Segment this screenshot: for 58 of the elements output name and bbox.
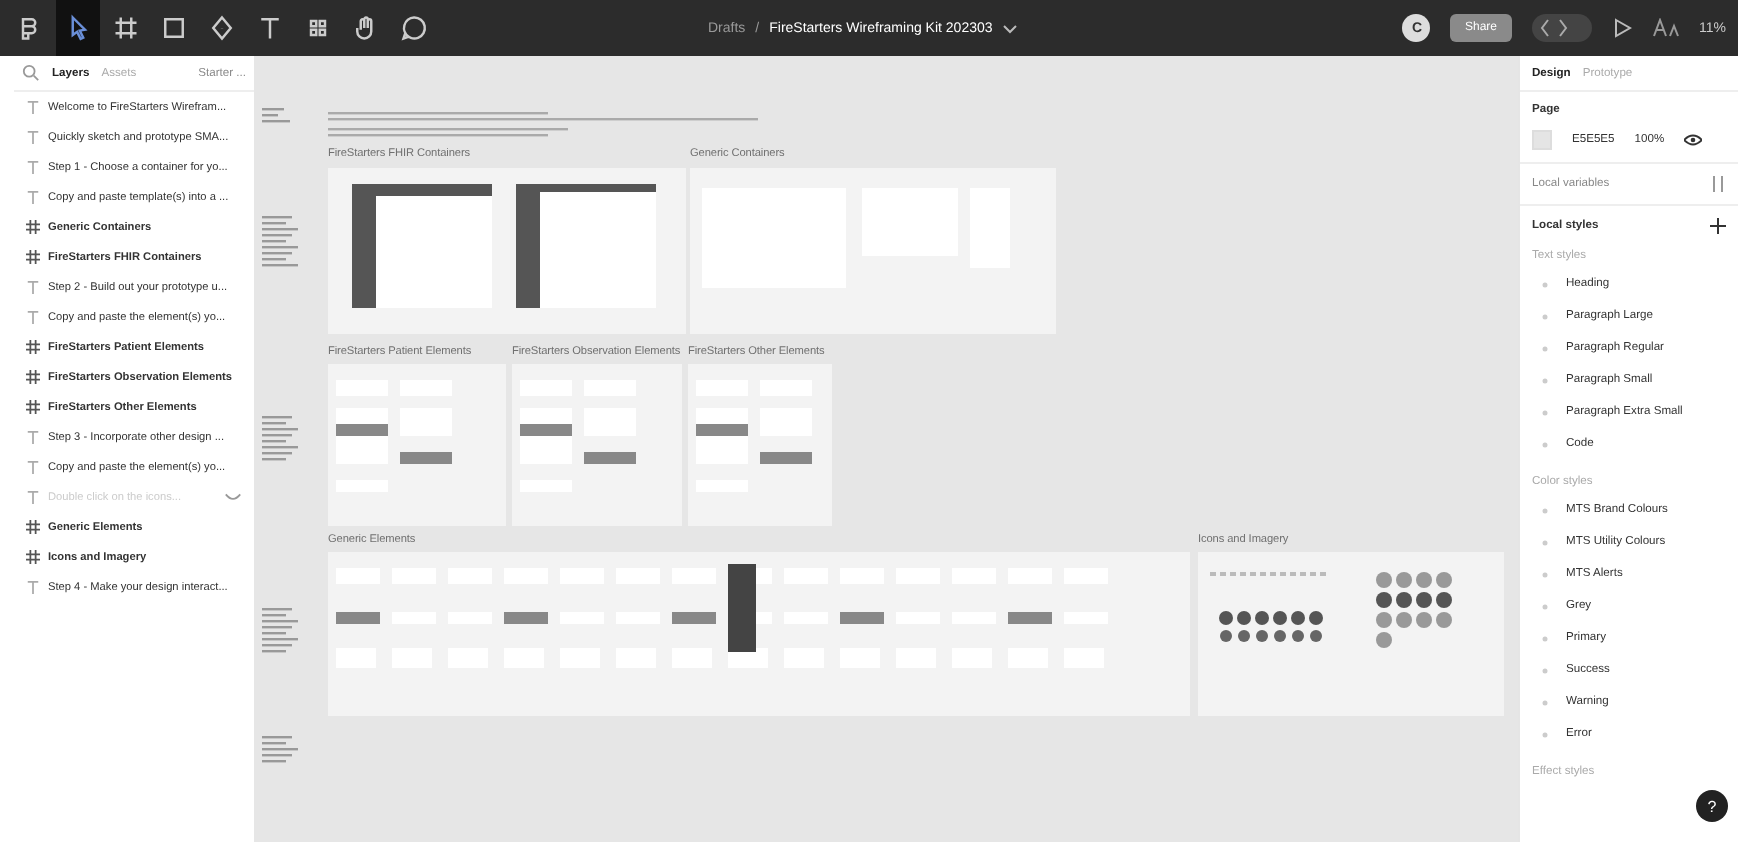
comment-icon (400, 14, 428, 42)
frame[interactable] (512, 364, 682, 526)
frame[interactable] (328, 552, 1190, 716)
play-icon[interactable] (1611, 18, 1631, 38)
frame-layer-icon (26, 340, 40, 354)
help-button[interactable]: ? (1696, 790, 1728, 822)
frame[interactable] (1198, 552, 1504, 716)
chevron-down-icon[interactable] (1002, 20, 1019, 36)
style-icon (1540, 729, 1550, 739)
frame-icon (112, 14, 140, 42)
text-layer-icon (26, 310, 40, 324)
dev-mode-toggle[interactable] (1531, 14, 1591, 42)
resources-icon (304, 14, 332, 42)
style-icon (1540, 697, 1550, 707)
style-icon (1540, 343, 1550, 353)
style-icon (1540, 537, 1550, 547)
frame-layer-icon (26, 400, 40, 414)
wireframe-drawing (336, 380, 452, 492)
text-layer-icon (26, 280, 40, 294)
color-swatch[interactable] (1532, 130, 1552, 150)
text-layer-icon (26, 490, 40, 504)
font-size-icon[interactable] (1651, 18, 1679, 38)
shape-icon (160, 14, 188, 42)
frame-layer-icon (26, 520, 40, 534)
text-layer-icon (26, 130, 40, 144)
style-icon (1540, 311, 1550, 321)
add-icon[interactable] (1710, 218, 1726, 234)
code-icon (1539, 18, 1567, 38)
frame[interactable] (688, 364, 832, 526)
style-icon (1540, 279, 1550, 289)
text-layer-icon (26, 190, 40, 204)
text-layer-icon (26, 100, 40, 114)
frame[interactable] (328, 364, 506, 526)
style-icon (1540, 569, 1550, 579)
frame-layer-icon (26, 550, 40, 564)
style-icon (1540, 505, 1550, 515)
text-layer-icon (26, 460, 40, 474)
pen-icon (208, 14, 236, 42)
move-tool-button[interactable] (56, 0, 100, 56)
style-icon (1540, 601, 1550, 611)
style-icon (1540, 665, 1550, 675)
text-layer-icon (26, 580, 40, 594)
style-icon (1540, 633, 1550, 643)
text-layer-icon (26, 160, 40, 174)
frame[interactable] (328, 168, 686, 334)
style-icon (1540, 439, 1550, 449)
frame-layer-icon (26, 370, 40, 384)
eye-icon[interactable] (1684, 134, 1703, 146)
text-layer-icon (26, 430, 40, 444)
text-icon (256, 14, 284, 42)
hidden-icon[interactable] (224, 491, 242, 503)
wireframe-drawing (696, 380, 812, 492)
frame-layer-icon (26, 250, 40, 264)
style-icon (1540, 407, 1550, 417)
search-icon[interactable] (22, 64, 40, 82)
frame-layer-icon (26, 220, 40, 234)
wireframe-drawing (520, 380, 636, 492)
style-icon (1540, 375, 1550, 385)
